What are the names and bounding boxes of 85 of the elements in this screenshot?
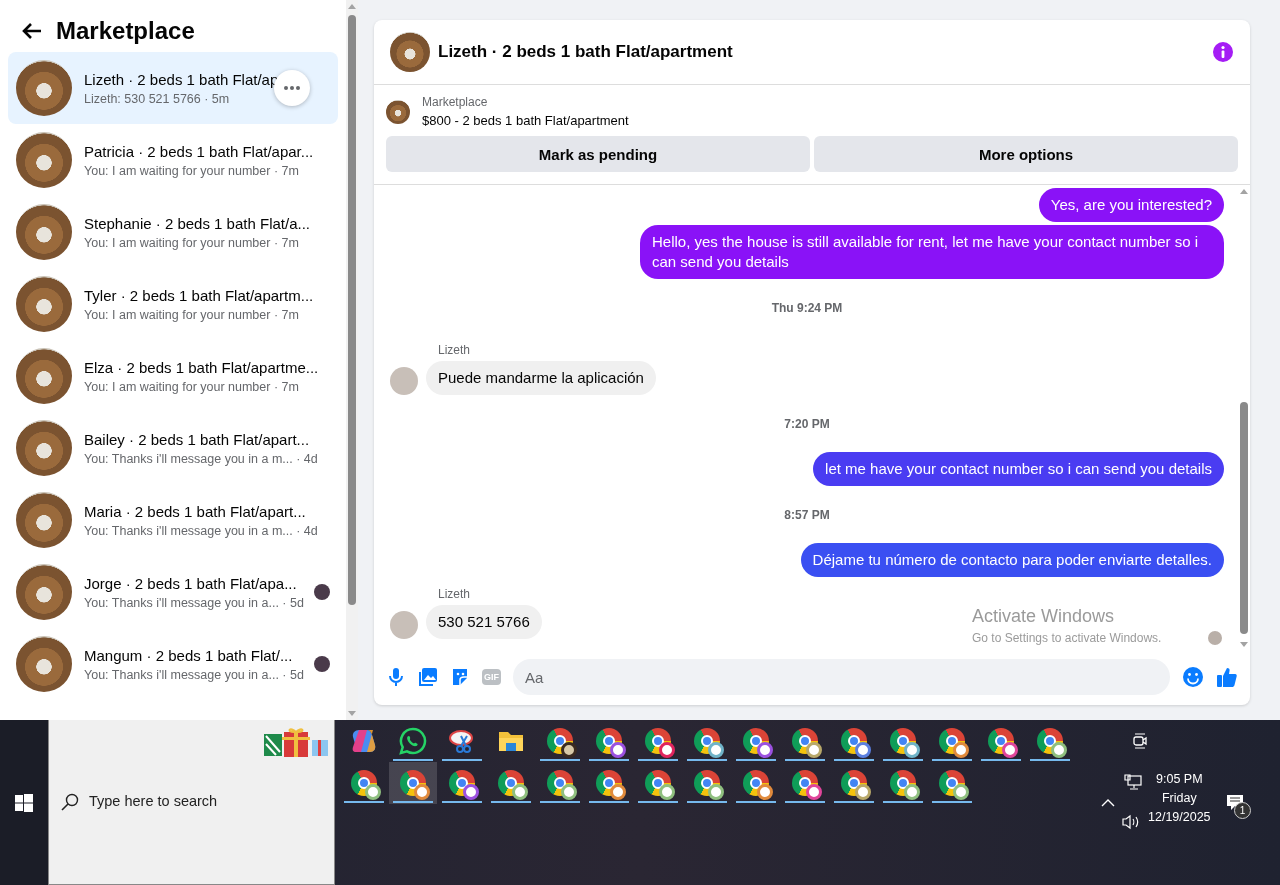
scissors-icon[interactable] <box>448 727 476 755</box>
windows-logo-icon[interactable] <box>15 794 33 812</box>
chevron-up-icon[interactable] <box>1101 798 1115 807</box>
taskbar-search-field[interactable]: Type here to search <box>48 720 335 885</box>
listing-photo <box>16 132 72 188</box>
conversation-item[interactable]: Stephanie · 2 beds 1 bath Flat/a... You: I am waiting for your number · 7m <box>8 196 338 268</box>
copilot-icon[interactable] <box>350 727 378 755</box>
conversation-title: Bailey · 2 beds 1 bath Flat/apart... <box>84 430 311 448</box>
sender-avatar <box>390 611 418 639</box>
listing-photo <box>386 99 410 124</box>
conversation-item[interactable]: Tyler · 2 beds 1 bath Flat/apartm... You: I am waiting for your number · 7m <box>8 268 338 340</box>
conversation-title: Jorge · 2 beds 1 bath Flat/apa... <box>84 574 298 592</box>
thumbs-up-icon[interactable] <box>1216 666 1238 688</box>
message-timestamp: 7:20 PM <box>784 417 830 431</box>
sticker-icon[interactable] <box>450 667 470 687</box>
received-message: Puede mandarme la aplicación <box>426 361 656 395</box>
listing-photo <box>16 276 72 332</box>
sent-message: Hello, yes the house is still available for rent, let me have your contact number so i can send you details <box>640 225 1224 279</box>
listing-photo <box>16 60 72 116</box>
listing-title: $800 - 2 beds 1 bath Flat/apartment <box>422 113 629 128</box>
clock-time[interactable]: 9:05 PM <box>1156 772 1203 786</box>
message-input[interactable]: Aa <box>513 659 1170 695</box>
listing-source: Marketplace <box>422 95 489 109</box>
conversation-snippet: You: Thanks i'll message you in a m... · 4d <box>84 451 319 466</box>
conversation-snippet: You: I am waiting for your number · 7m <box>84 163 300 178</box>
sidebar-title: Marketplace <box>56 17 195 45</box>
listing-photo <box>16 564 72 620</box>
clock-day[interactable]: Friday <box>1161 791 1197 805</box>
sender-name: Lizeth <box>438 343 472 357</box>
emoji-icon[interactable] <box>1182 666 1204 688</box>
listing-action-button[interactable]: More options <box>814 136 1238 172</box>
sender-avatar <box>390 367 418 395</box>
listing-photo <box>16 636 72 692</box>
message-timestamp: 8:57 PM <box>784 508 830 522</box>
image-icon[interactable] <box>418 667 438 687</box>
listing-photo <box>16 348 72 404</box>
conversation-snippet: You: Thanks i'll message you in a m... · 4d <box>84 523 319 538</box>
clock-date[interactable]: 12/19/2025 <box>1148 810 1211 824</box>
conversation-snippet: You: I am waiting for your number · 7m <box>84 379 300 394</box>
listing-photo <box>16 420 72 476</box>
listing-action-button[interactable]: Mark as pending <box>386 136 810 172</box>
conversation-snippet: Lizeth: 530 521 5766 · 5m <box>84 91 231 106</box>
conversation-snippet: You: I am waiting for your number · 7m <box>84 307 300 322</box>
chat-title: Lizeth · 2 beds 1 bath Flat/apartment <box>438 42 734 62</box>
listing-photo <box>390 32 430 72</box>
conversation-title: Elza · 2 beds 1 bath Flat/apartme... <box>84 358 320 376</box>
conversation-snippet: You: Thanks i'll message you in a... · 5d <box>84 595 302 610</box>
network-icon[interactable] <box>1124 774 1142 790</box>
activation-notice-text: Go to Settings to activate Windows. <box>972 631 1162 645</box>
conversation-snippet: You: Thanks i'll message you in a... · 5d <box>84 667 302 682</box>
sender-name: Lizeth <box>438 587 472 601</box>
whatsapp-icon[interactable] <box>399 727 427 755</box>
camera-icon[interactable] <box>1132 732 1148 750</box>
microphone-icon[interactable] <box>386 667 406 687</box>
conversation-item[interactable]: Patricia · 2 beds 1 bath Flat/apar... You: I am waiting for your number · 7m <box>8 124 338 196</box>
search-placeholder: Type here to search <box>89 793 218 809</box>
received-message: 530 521 5766 <box>426 605 542 639</box>
conversation-item[interactable]: Maria · 2 beds 1 bath Flat/apart... You: Thanks i'll message you in a m... · 4d <box>8 484 338 556</box>
notification-count: 1 <box>1234 802 1251 819</box>
conversation-item[interactable]: Elza · 2 beds 1 bath Flat/apartme... You: I am waiting for your number · 7m <box>8 340 338 412</box>
conversation-title: Stephanie · 2 beds 1 bath Flat/a... <box>84 214 311 232</box>
seen-avatar <box>1208 631 1222 645</box>
activation-notice-title: Activate Windows <box>972 606 1116 627</box>
info-icon[interactable] <box>1212 41 1234 63</box>
conversation-snippet: You: I am waiting for your number · 7m <box>84 235 300 250</box>
sent-message: Yes, are you interested? <box>1038 188 1224 222</box>
listing-photo <box>16 204 72 260</box>
message-timestamp: Thu 9:24 PM <box>771 301 843 315</box>
sent-message: let me have your contact number so i can send you details <box>813 452 1224 486</box>
sent-message: Déjame tu número de contacto para poder enviarte detalles. <box>800 543 1224 577</box>
conversation-item[interactable]: Jorge · 2 beds 1 bath Flat/apa... You: Thanks i'll message you in a... · 5d <box>8 556 338 628</box>
speaker-icon[interactable] <box>1122 814 1140 830</box>
conversation-item[interactable]: Bailey · 2 beds 1 bath Flat/apart... You: Thanks i'll message you in a m... · 4d <box>8 412 338 484</box>
listing-photo <box>16 492 72 548</box>
conversation-title: Patricia · 2 beds 1 bath Flat/apar... <box>84 142 315 160</box>
scrollbar[interactable] <box>346 0 358 720</box>
profile-photo-badge <box>561 742 577 758</box>
conversation-item[interactable]: Mangum · 2 beds 1 bath Flat/... You: Thanks i'll message you in a... · 5d <box>8 628 338 700</box>
conversation-title: Tyler · 2 beds 1 bath Flat/apartm... <box>84 286 315 304</box>
conversation-title: Mangum · 2 beds 1 bath Flat/... <box>84 646 294 664</box>
search-icon <box>61 793 79 811</box>
taskbar-app[interactable] <box>389 762 437 804</box>
more-icon <box>284 86 300 90</box>
conversation-title: Maria · 2 beds 1 bath Flat/apart... <box>84 502 307 520</box>
back-arrow-icon[interactable] <box>22 22 42 40</box>
